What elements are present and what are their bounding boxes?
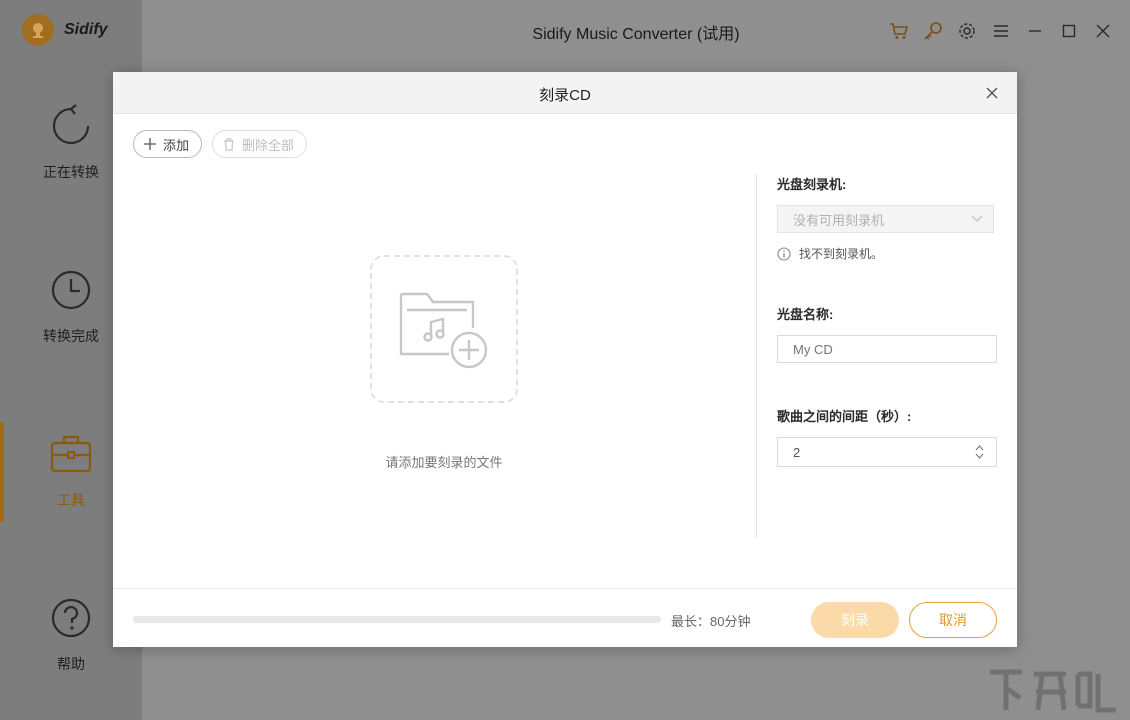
chevron-down-icon[interactable]: [975, 453, 984, 459]
window-controls: [888, 20, 1114, 42]
maximize-icon[interactable]: [1058, 20, 1080, 42]
chevron-down-icon: [971, 215, 983, 222]
burner-info: 找不到刻录机。: [777, 245, 997, 262]
trash-icon: [223, 137, 235, 151]
burner-select-value: 没有可用刻录机: [793, 212, 885, 228]
dialog-footer: 最长：80分钟 刻录 取消: [113, 588, 1017, 647]
key-icon[interactable]: [922, 20, 944, 42]
file-drop-area[interactable]: [370, 255, 518, 403]
close-icon[interactable]: [1092, 20, 1114, 42]
disc-name-input[interactable]: [777, 335, 997, 363]
brand-name: Sidify: [64, 21, 108, 38]
plus-icon: [144, 138, 156, 150]
burn-settings-panel: 光盘刻录机: 没有可用刻录机 找不到刻录机。 光盘名称: 歌曲之间的间距（秒）:…: [777, 174, 997, 467]
help-icon: [51, 598, 91, 638]
toolbox-icon: [50, 435, 92, 473]
menu-icon[interactable]: [990, 20, 1012, 42]
empty-hint: 请添加要刻录的文件: [385, 455, 503, 470]
gap-label: 歌曲之间的间距（秒）:: [777, 409, 912, 424]
cancel-button[interactable]: 取消: [909, 602, 997, 638]
chevron-up-icon[interactable]: [975, 445, 984, 451]
burner-info-text: 找不到刻录机。: [799, 247, 884, 261]
watermark-logo-icon: [990, 669, 1116, 713]
dialog-header: 刻录CD: [113, 72, 1017, 114]
info-icon: [777, 246, 791, 261]
max-length-text: 最长：80分钟: [671, 614, 751, 629]
stepper-arrows[interactable]: [975, 445, 984, 459]
gap-stepper[interactable]: 2: [777, 437, 997, 467]
dialog-close-icon[interactable]: [983, 84, 1001, 102]
capacity-progress-bar: [133, 616, 661, 623]
disc-name-label: 光盘名称:: [777, 307, 834, 322]
panel-divider: [756, 174, 757, 538]
delete-all-button[interactable]: 删除全部: [212, 130, 308, 158]
clock-icon: [51, 270, 91, 310]
gear-icon[interactable]: [956, 20, 978, 42]
burn-cd-dialog: 刻录CD 添加 删除全部 请添加要刻录的文件 光盘刻录机: 没有可用刻录机 找不…: [113, 72, 1017, 647]
add-button-label: 添加: [163, 137, 190, 153]
minimize-icon[interactable]: [1024, 20, 1046, 42]
app-logo: Sidify: [22, 14, 108, 46]
burner-select[interactable]: 没有可用刻录机: [777, 205, 994, 233]
dialog-title: 刻录CD: [539, 87, 591, 104]
delete-all-button-label: 删除全部: [242, 137, 295, 153]
title-bar: Sidify Music Converter (试用): [142, 0, 1130, 62]
sidebar-item-label: 帮助: [57, 656, 85, 672]
logo-badge-icon: [22, 14, 54, 46]
gap-value: 2: [793, 444, 801, 460]
add-button[interactable]: 添加: [133, 130, 203, 158]
dialog-toolbar: 添加 删除全部: [133, 130, 308, 158]
burn-button[interactable]: 刻录: [811, 602, 899, 638]
add-music-folder-icon: [399, 292, 488, 369]
burner-label: 光盘刻录机:: [777, 177, 847, 192]
refresh-icon: [52, 104, 90, 145]
cart-icon[interactable]: [888, 20, 910, 42]
